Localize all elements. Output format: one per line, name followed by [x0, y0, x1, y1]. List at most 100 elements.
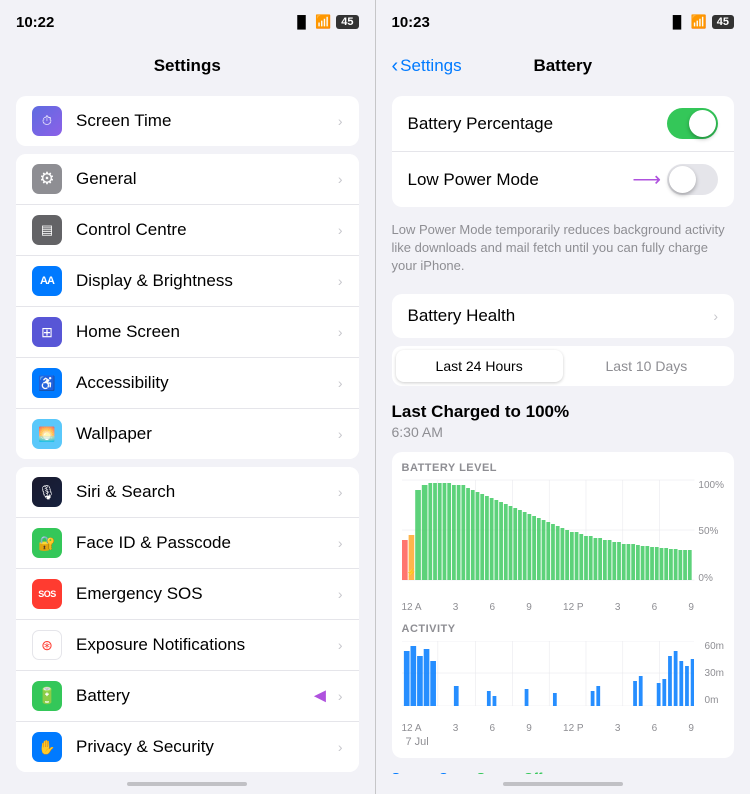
battery-percentage-label: Battery Percentage: [408, 114, 668, 134]
settings-row-battery[interactable]: 🔋 Battery ◄ ›: [16, 671, 359, 722]
settings-row-faceid[interactable]: 🔐 Face ID & Passcode ›: [16, 518, 359, 569]
low-power-mode-toggle[interactable]: [667, 164, 718, 195]
settings-row-accessibility[interactable]: ♿ Accessibility ›: [16, 358, 359, 409]
low-power-arrow-annotation: ⟶: [632, 167, 661, 192]
svg-text:⚡: ⚡: [406, 566, 415, 576]
siri-label: Siri & Search: [76, 482, 338, 502]
left-panel: 10:22 ▐▌ 📶 45 Settings ⏱ Screen Time › ⚙…: [0, 0, 375, 794]
siri-group: 🎙 Siri & Search › 🔐 Face ID & Passcode ›…: [16, 467, 359, 772]
control-centre-label: Control Centre: [76, 220, 338, 240]
battery-icon: 🔋: [32, 681, 62, 711]
right-nav-title: Battery: [533, 56, 592, 76]
wifi-icon: 📶: [315, 14, 331, 30]
battery-arrow-annotation: ◄: [310, 685, 330, 708]
right-panel: 10:23 ▐▌ 📶 45 ‹ Settings Battery Battery…: [376, 0, 750, 794]
top-group: ⏱ Screen Time ›: [16, 96, 359, 146]
accessibility-label: Accessibility: [76, 373, 338, 393]
right-home-indicator-bar: [376, 774, 750, 794]
wallpaper-chevron: ›: [338, 426, 343, 442]
back-chevron-icon: ‹: [392, 55, 399, 78]
battery-percentage-toggle[interactable]: [667, 108, 718, 139]
activity-chart: 60m 30m 0m: [402, 641, 725, 721]
privacy-chevron: ›: [338, 739, 343, 755]
battery-health-row[interactable]: Battery Health ›: [392, 294, 735, 338]
battery-health-chevron: ›: [713, 308, 718, 324]
wallpaper-icon: 🌅: [32, 419, 62, 449]
left-status-bar: 10:22 ▐▌ 📶 45: [0, 0, 375, 44]
right-time: 10:23: [392, 14, 430, 31]
battery-health-label: Battery Health: [408, 306, 714, 326]
right-content: Battery Percentage Low Power Mode ⟶ Low …: [376, 88, 750, 774]
right-home-indicator: [503, 782, 623, 786]
faceid-chevron: ›: [338, 535, 343, 551]
accessibility-chevron: ›: [338, 375, 343, 391]
control-centre-icon: ▤: [32, 215, 62, 245]
battery-x-labels: 12 A 3 6 9 12 P 3 6 9: [402, 602, 725, 613]
left-nav-title: Settings: [154, 56, 221, 76]
low-power-thumb: [669, 166, 696, 193]
right-wifi-icon: 📶: [691, 14, 707, 30]
display-label: Display & Brightness: [76, 271, 338, 291]
general-icon: ⚙: [32, 164, 62, 194]
faceid-icon: 🔐: [32, 528, 62, 558]
screen-time-label: Screen Time: [76, 111, 338, 131]
battery-level-svg: ⚡: [402, 480, 695, 580]
left-time: 10:22: [16, 14, 54, 31]
settings-row-screen-time[interactable]: ⏱ Screen Time ›: [16, 96, 359, 146]
activity-x-labels: 12 A 3 6 9 12 P 3 6 9: [402, 723, 725, 734]
settings-row-wallpaper[interactable]: 🌅 Wallpaper ›: [16, 409, 359, 459]
tab-last-24-hours[interactable]: Last 24 Hours: [396, 350, 563, 382]
settings-row-display[interactable]: AA Display & Brightness ›: [16, 256, 359, 307]
low-power-helper-text: Low Power Mode temporarily reduces backg…: [376, 215, 750, 286]
activity-svg: [402, 641, 695, 706]
back-label: Settings: [400, 56, 461, 76]
settings-row-exposure[interactable]: ⊛ Exposure Notifications ›: [16, 620, 359, 671]
wallpaper-label: Wallpaper: [76, 424, 338, 444]
right-status-icons: ▐▌ 📶 45: [669, 14, 734, 30]
sos-chevron: ›: [338, 586, 343, 602]
left-nav-header: Settings: [0, 44, 375, 88]
exposure-chevron: ›: [338, 637, 343, 653]
settings-row-siri[interactable]: 🎙 Siri & Search ›: [16, 467, 359, 518]
siri-icon: 🎙: [32, 477, 62, 507]
low-power-mode-row: Low Power Mode ⟶: [392, 152, 735, 207]
display-icon: AA: [32, 266, 62, 296]
general-label: General: [76, 169, 338, 189]
screen-stats: Screen On 9h Screen Off 16m: [376, 766, 750, 774]
settings-row-sos[interactable]: SOS Emergency SOS ›: [16, 569, 359, 620]
settings-row-privacy[interactable]: ✋ Privacy & Security ›: [16, 722, 359, 772]
settings-row-home-screen[interactable]: ⊞ Home Screen ›: [16, 307, 359, 358]
right-status-bar: 10:23 ▐▌ 📶 45: [376, 0, 750, 44]
siri-chevron: ›: [338, 484, 343, 500]
screen-time-icon: ⏱: [32, 106, 62, 136]
tab-last-10-days[interactable]: Last 10 Days: [563, 350, 730, 382]
activity-y-labels: 60m 30m 0m: [705, 641, 724, 706]
control-centre-chevron: ›: [338, 222, 343, 238]
y-label-100: 100%: [698, 480, 724, 491]
display-chevron: ›: [338, 273, 343, 289]
home-screen-chevron: ›: [338, 324, 343, 340]
left-home-indicator-bar: [0, 774, 375, 794]
back-button[interactable]: ‹ Settings: [392, 55, 462, 78]
home-screen-label: Home Screen: [76, 322, 338, 342]
battery-toggles-card: Battery Percentage Low Power Mode ⟶: [392, 96, 735, 207]
exposure-label: Exposure Notifications: [76, 635, 338, 655]
y-label-50: 50%: [698, 526, 724, 537]
right-battery-badge: 45: [712, 15, 734, 29]
main-group: ⚙ General › ▤ Control Centre › AA Displa…: [16, 154, 359, 459]
right-nav-header: ‹ Settings Battery: [376, 44, 750, 88]
home-screen-icon: ⊞: [32, 317, 62, 347]
battery-chart-section: BATTERY LEVEL: [392, 452, 735, 758]
charged-info: Last Charged to 100% 6:30 AM: [376, 394, 750, 444]
battery-chevron: ›: [338, 688, 343, 704]
battery-chart-label: BATTERY LEVEL: [402, 462, 725, 474]
settings-row-control-centre[interactable]: ▤ Control Centre ›: [16, 205, 359, 256]
left-home-indicator: [127, 782, 247, 786]
exposure-icon: ⊛: [32, 630, 62, 660]
charged-title: Last Charged to 100%: [392, 402, 735, 422]
settings-row-general[interactable]: ⚙ General ›: [16, 154, 359, 205]
faceid-label: Face ID & Passcode: [76, 533, 338, 553]
left-status-icons: ▐▌ 📶 45: [293, 14, 358, 30]
activity-chart-label: ACTIVITY: [402, 623, 725, 635]
general-chevron: ›: [338, 171, 343, 187]
